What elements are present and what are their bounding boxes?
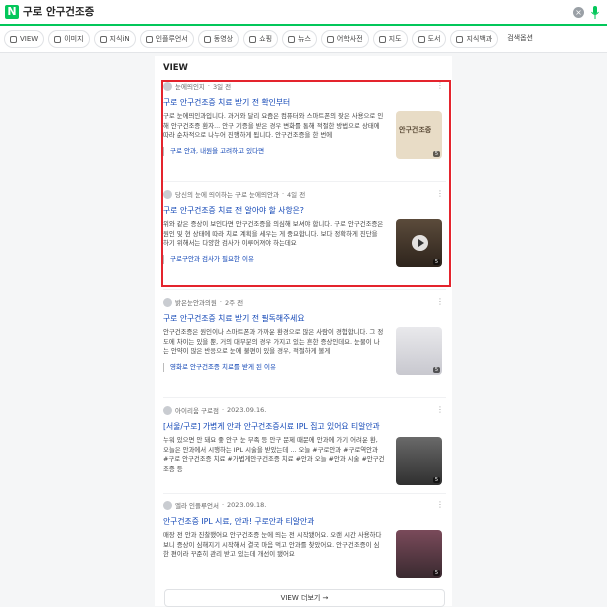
author-name[interactable]: 엘라 인플루언서 — [175, 500, 219, 510]
dictionary-icon — [326, 35, 334, 43]
qa-icon — [99, 35, 107, 43]
more-options-icon[interactable]: ⋮ — [436, 500, 444, 509]
tab-news[interactable]: 뉴스 — [282, 30, 317, 48]
shopping-icon — [249, 35, 257, 43]
divider — [163, 397, 446, 398]
tab-image[interactable]: 이미지 — [48, 30, 90, 48]
search-options-button[interactable]: 검색옵션 — [502, 30, 538, 46]
item-meta: 밝은눈안과의원 · 2주 전 — [163, 297, 446, 307]
list-item: 엘라 인플루언서 · 2023.09.18. ⋮ 안구건조증 IPL 시료, 안과!… — [163, 500, 446, 578]
clear-search-button[interactable]: × — [573, 7, 584, 18]
image-count-badge: 5 — [432, 477, 440, 483]
meta-separator: · — [219, 298, 222, 306]
tab-label: 동영상 — [213, 35, 234, 43]
tab-video[interactable]: 동영상 — [197, 30, 240, 48]
tab-label: 뉴스 — [298, 35, 311, 43]
avatar[interactable] — [163, 405, 172, 415]
item-meta: 아이리움 구로점 · 2023.09.16. — [163, 405, 446, 415]
naver-logo[interactable]: N — [5, 5, 19, 19]
news-icon — [288, 35, 296, 43]
item-description[interactable]: 매장 전 안과 진찰했어요 안구건조증 눈에 띄는 전 시작됐어요. 오랜 시간… — [163, 531, 385, 560]
tab-label: 지식백과 — [466, 35, 493, 43]
tab-label: 쇼핑 — [259, 35, 273, 43]
item-title[interactable]: 안구건조증 IPL 시료, 안과! 구로안과 티알안과 — [163, 516, 446, 527]
image-icon — [54, 35, 62, 43]
post-date: 2주 전 — [224, 299, 244, 307]
list-item: 밝은눈안과의원 · 2주 전 ⋮ 구로 안구건조증 치료 받기 전 필독해주세요 안… — [163, 297, 446, 375]
book-icon — [417, 35, 425, 43]
tab-encyclopedia[interactable]: 지식백과 — [450, 30, 499, 48]
item-thumbnail[interactable]: 5 — [396, 327, 442, 375]
search-tabs: VIEW 이미지 지식iN 인플루언서 동영상 쇼핑 뉴스 어학사전 지도 도서… — [4, 30, 538, 48]
tab-label: VIEW — [20, 35, 39, 43]
search-underline — [0, 24, 607, 26]
divider — [163, 289, 446, 290]
tab-label: 인플루언서 — [155, 35, 188, 43]
item-thumbnail[interactable]: 5 — [396, 437, 442, 485]
tab-label: 이미지 — [64, 35, 84, 43]
tab-kin[interactable]: 지식iN — [93, 30, 136, 48]
tab-map[interactable]: 지도 — [372, 30, 408, 48]
tab-dictionary[interactable]: 어학사전 — [320, 30, 369, 48]
tab-book[interactable]: 도서 — [411, 30, 447, 48]
microphone-icon[interactable] — [591, 6, 599, 19]
video-icon — [203, 35, 211, 43]
tab-label: 어학사전 — [336, 35, 363, 43]
meta-separator: · — [221, 501, 225, 509]
more-options-icon[interactable]: ⋮ — [436, 405, 444, 414]
divider — [163, 493, 446, 494]
author-name[interactable]: 아이리움 구로점 — [175, 405, 219, 415]
tab-label: 검색옵션 — [507, 34, 533, 42]
list-item: 아이리움 구로점 · 2023.09.16. ⋮ [서울/구로] 가볍게 안과 안구… — [163, 405, 446, 485]
item-title[interactable]: [서울/구로] 가볍게 안과 안구건조증시료 IPL 집고 있어요 티알안과 — [163, 421, 446, 432]
item-title[interactable]: 구로 안구건조증 치료 받기 전 필독해주세요 — [163, 313, 446, 324]
section-title: VIEW — [163, 63, 188, 73]
post-date: 2023.09.16. — [227, 406, 267, 414]
view-more-button[interactable]: VIEW 더보기 → — [164, 589, 445, 607]
tab-view[interactable]: VIEW — [4, 30, 45, 48]
search-input[interactable]: 구로 안구건조증 — [23, 4, 94, 20]
avatar[interactable] — [163, 297, 172, 307]
tab-influencer[interactable]: 인플루언서 — [139, 30, 194, 48]
view-icon — [10, 35, 17, 43]
person-icon — [145, 35, 153, 43]
post-date: 2023.09.18. — [227, 501, 267, 509]
meta-separator: · — [221, 406, 225, 414]
encyclopedia-icon — [456, 35, 464, 43]
tab-shopping[interactable]: 쇼핑 — [243, 30, 279, 48]
item-meta: 엘라 인플루언서 · 2023.09.18. — [163, 500, 446, 510]
search-header: N 구로 안구건조증 × VIEW 이미지 지식iN 인플루언서 동영상 쇼핑 … — [0, 0, 607, 53]
author-name[interactable]: 밝은눈안과의원 — [175, 297, 217, 307]
image-count-badge: 5 — [432, 367, 440, 373]
image-count-badge: 5 — [432, 570, 440, 576]
item-thumbnail[interactable]: 5 — [396, 530, 442, 578]
item-description[interactable]: 안구건조증은 원인이나 스마트폰과 가까운 환경으로 많은 사람이 경험합니다.… — [163, 328, 385, 357]
highlight-box — [161, 80, 451, 287]
map-icon — [378, 35, 386, 43]
item-description[interactable]: 누워 있으면 안 돼요 좋 안구 눈 부족 등 안구 문제 때문에 안과에 가기… — [163, 436, 385, 474]
tab-label: 지식iN — [109, 35, 130, 43]
tab-label: 지도 — [388, 35, 402, 43]
tab-label: 도서 — [427, 35, 441, 43]
avatar[interactable] — [163, 500, 172, 510]
more-options-icon[interactable]: ⋮ — [436, 297, 444, 306]
